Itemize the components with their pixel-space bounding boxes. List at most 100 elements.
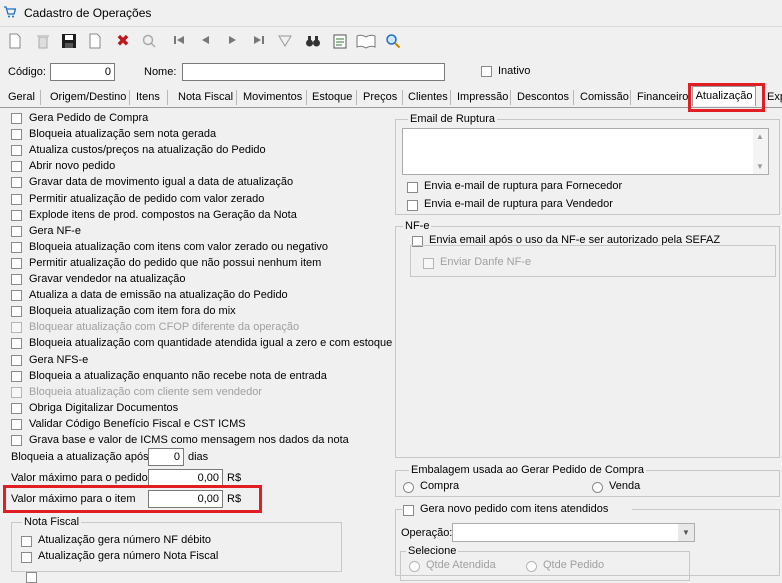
nfe-title: NF-e [403,220,432,232]
novo-pedido-checkbox[interactable] [403,505,414,516]
checklist-label: Grava base e valor de ICMS como mensagem… [29,434,349,446]
ruptura-fornecedor-checkbox[interactable] [407,182,418,193]
search-icon[interactable] [140,33,158,51]
bloqueia-input[interactable] [148,448,184,466]
bloqueia-label: Bloqueia a atualização após: [11,451,152,463]
checklist-checkbox[interactable] [11,242,22,253]
tab-comissao[interactable]: Comissão [580,90,629,105]
prev-icon[interactable] [196,33,214,51]
highlight-box-tab [688,83,765,112]
operacao-select[interactable]: ▼ [452,523,695,542]
checklist-checkbox[interactable] [11,194,22,205]
compra-radio[interactable] [403,482,414,493]
checklist-checkbox[interactable] [11,355,22,366]
copy-icon[interactable] [86,33,104,51]
checklist-checkbox[interactable] [11,387,22,398]
tab-bar: Geral Origem/Destino Itens Nota Fiscal M… [0,86,782,108]
ruptura-vendedor-checkbox[interactable] [407,200,418,211]
inativo-checkbox[interactable] [481,66,492,77]
qtde-pedido-radio[interactable] [526,561,537,572]
binoculars-icon[interactable] [304,33,322,51]
venda-radio[interactable] [592,482,603,493]
checklist-checkbox[interactable] [11,129,22,140]
checklist-checkbox[interactable] [11,322,22,333]
filter-icon[interactable] [276,33,294,51]
checklist-label: Bloquear atualização com CFOP diferente … [29,321,300,333]
scroll-down-icon[interactable]: ▼ [756,162,764,171]
save-icon[interactable] [60,33,78,51]
tab-geral[interactable]: Geral [8,90,35,105]
qtde-atendida-radio[interactable] [409,561,420,572]
tab-movimentos[interactable]: Movimentos [243,90,302,105]
nome-label: Nome: [144,66,177,78]
nf-numero-checkbox[interactable] [21,552,32,563]
tab-itens[interactable]: Itens [136,90,160,105]
checklist-checkbox[interactable] [11,435,22,446]
enviar-danfe-label: Enviar Danfe NF-e [440,256,532,268]
checklist-checkbox[interactable] [11,274,22,285]
last-icon[interactable] [250,33,268,51]
first-icon[interactable] [170,33,188,51]
checklist-label: Atualiza custos/preços na atualização do… [29,144,266,156]
nf-numero-label: Atualização gera número Nota Fiscal [38,550,219,562]
codigo-input[interactable] [50,63,115,81]
email-textarea[interactable] [402,128,769,175]
scroll-up-icon[interactable]: ▲ [756,132,764,141]
checklist-checkbox[interactable] [11,226,22,237]
tab-exp[interactable]: Exp [767,90,782,105]
checklist-checkbox[interactable] [11,306,22,317]
delete-icon[interactable] [34,33,52,51]
next-icon[interactable] [224,33,242,51]
tab-nota-fiscal[interactable]: Nota Fiscal [178,90,233,105]
checklist-checkbox[interactable] [11,419,22,430]
max-pedido-unit: R$ [227,472,242,484]
checklist-label: Abrir novo pedido [29,160,116,172]
nota-fiscal-title: Nota Fiscal [22,516,82,528]
tab-precos[interactable]: Preços [363,90,397,105]
checklist-label: Atualiza a data de emissão na atualizaçã… [29,289,288,301]
zoom-icon[interactable] [384,33,402,51]
checklist-label: Bloqueia atualização com itens com valor… [29,241,329,253]
new-icon[interactable] [6,33,24,51]
tab-descontos[interactable]: Descontos [517,90,569,105]
checklist-checkbox[interactable] [11,371,22,382]
highlight-box-max-item [3,485,262,513]
operacao-label: Operação: [401,527,453,539]
checklist-checkbox[interactable] [11,145,22,156]
report-icon[interactable] [331,33,349,51]
tab-origem-destino[interactable]: Origem/Destino [50,90,126,105]
venda-label: Venda [609,480,641,492]
title-bar: Cadastro de Operações [0,0,782,27]
checklist-checkbox[interactable] [11,290,22,301]
tab-financeiro[interactable]: Financeiro [637,90,688,105]
checklist-label: Explode itens de prod. compostos na Gera… [29,209,297,221]
nf-debito-checkbox[interactable] [21,536,32,547]
checklist-label: Gera NFS-e [29,354,89,366]
chevron-down-icon[interactable]: ▼ [678,524,694,541]
checklist-checkbox[interactable] [11,403,22,414]
checklist-checkbox[interactable] [11,338,22,349]
checklist-checkbox[interactable] [11,177,22,188]
checklist-checkbox[interactable] [11,210,22,221]
tab-clientes[interactable]: Clientes [408,90,448,105]
cart-icon [4,6,17,18]
email-scrollbar[interactable]: ▲ ▼ [753,129,768,174]
checklist-checkbox[interactable] [11,161,22,172]
checklist-label: Gravar vendedor na atualização [29,273,186,285]
nome-input[interactable] [182,63,445,81]
tab-impressao[interactable]: Impressão [457,90,508,105]
ruptura-fornecedor-label: Envia e-mail de ruptura para Fornecedor [424,180,623,192]
checklist-label: Gravar data de movimento igual a data de… [29,176,294,188]
checklist-label: Bloqueia a atualização enquanto não rece… [29,370,327,382]
codigo-label-text: Código: [8,66,46,78]
tab-estoque[interactable]: Estoque [312,90,352,105]
book-icon[interactable] [356,33,376,51]
checklist-checkbox[interactable] [11,113,22,124]
partial-row-checkbox[interactable] [26,572,37,583]
enviar-danfe-checkbox[interactable] [423,258,434,269]
cancel-icon[interactable]: ✖ [114,33,132,51]
checklist-checkbox[interactable] [11,258,22,269]
selecione-title: Selecione [406,545,459,557]
checklist-label: Gera Pedido de Compra [29,112,149,124]
window-title: Cadastro de Operações [24,6,152,20]
